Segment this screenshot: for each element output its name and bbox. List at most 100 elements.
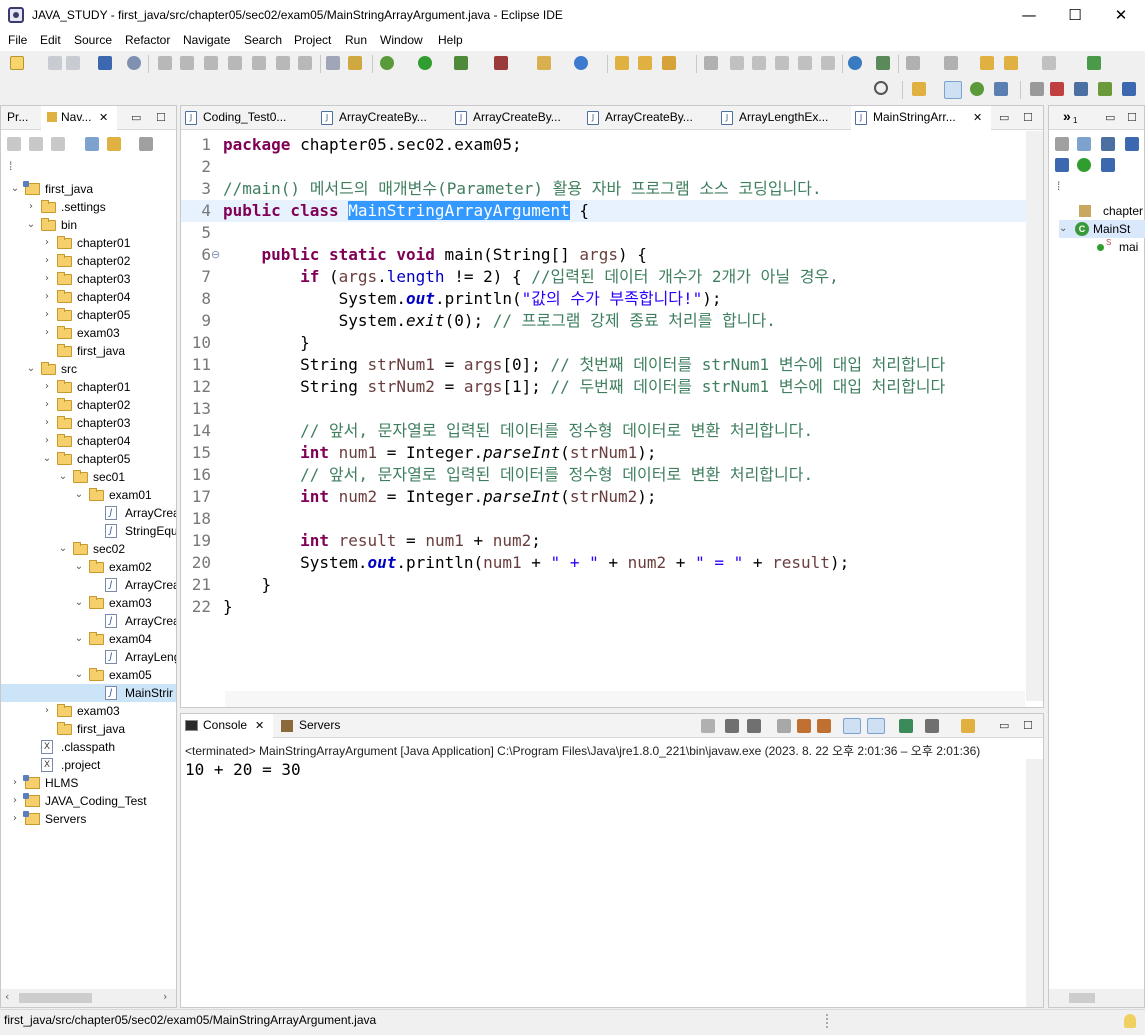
tree-item[interactable]: ⌄ first_java	[1, 180, 176, 198]
chevron-right-icon[interactable]: ›	[41, 432, 53, 450]
new-java-project-icon[interactable]	[537, 56, 551, 70]
tree-item[interactable]: ⌄ sec02	[1, 540, 176, 558]
remove-all-terminated-icon[interactable]	[747, 719, 761, 733]
tree-item[interactable]: › chapter05	[1, 306, 176, 324]
restore-icon[interactable]	[1030, 82, 1044, 96]
tab-coding-test[interactable]: J Coding_Test0...	[181, 106, 315, 130]
tree-item[interactable]: › chapter03	[1, 414, 176, 432]
chevron-right-icon[interactable]: ›	[41, 306, 53, 324]
chevron-down-icon[interactable]: ⌄	[57, 540, 69, 558]
tree-item[interactable]: ⌄ bin	[1, 216, 176, 234]
tree-item[interactable]: J ArrayCrea	[1, 504, 176, 522]
tree-item[interactable]: ⌄ exam01	[1, 486, 176, 504]
tree-item[interactable]: first_java	[1, 342, 176, 360]
tree-item[interactable]: › HLMS	[1, 774, 176, 792]
up-icon[interactable]	[51, 137, 65, 151]
view-icon-3[interactable]	[1098, 82, 1112, 96]
tree-item[interactable]: › chapter03	[1, 270, 176, 288]
menu-help[interactable]: Help	[438, 33, 463, 47]
open-type-icon[interactable]	[615, 56, 629, 70]
tree-item[interactable]: ⌄ exam02	[1, 558, 176, 576]
chevron-right-icon[interactable]: ›	[41, 234, 53, 252]
view-icon-1[interactable]	[1050, 82, 1064, 96]
chevron-right-icon[interactable]: ›	[41, 702, 53, 720]
tab-mainstringarrayargument[interactable]: J MainStringArr... ✕	[851, 106, 991, 130]
menu-window[interactable]: Window	[380, 33, 423, 47]
search-icon[interactable]	[874, 81, 888, 95]
new-class-icon[interactable]	[574, 56, 588, 70]
open-perspective-icon[interactable]	[912, 82, 926, 96]
java-perspective-icon[interactable]	[944, 81, 962, 99]
tree-item[interactable]: X .project	[1, 756, 176, 774]
resume-icon[interactable]	[158, 56, 172, 70]
outline-hscrollbar[interactable]	[1049, 989, 1144, 1007]
tree-item[interactable]: J ArrayCrea	[1, 576, 176, 594]
pilcrow-icon[interactable]	[821, 56, 835, 70]
sort-icon[interactable]	[1077, 137, 1091, 151]
hide-nonpublic-icon[interactable]	[1077, 158, 1091, 172]
pin-console-icon[interactable]	[899, 719, 913, 733]
tree-item[interactable]: ⌄ exam04	[1, 630, 176, 648]
editor-vscrollbar[interactable]	[1026, 131, 1043, 701]
code-editor[interactable]: 1 package chapter05.sec02.exam05; 2 3//ma…	[181, 131, 1043, 707]
show-views-chevron[interactable]: »	[1063, 108, 1071, 124]
chevron-down-icon[interactable]: ⌄	[25, 360, 37, 378]
chevron-right-icon[interactable]: ›	[41, 252, 53, 270]
close-button[interactable]: ✕	[1098, 0, 1144, 31]
editor-hscrollbar[interactable]	[225, 691, 1025, 707]
tree-item[interactable]: › exam03	[1, 324, 176, 342]
chevron-down-icon[interactable]: ⌄	[25, 216, 37, 234]
navigator-hscrollbar[interactable]: ‹ ›	[1, 989, 176, 1007]
toggle-mark-occurrences-icon[interactable]	[704, 56, 718, 70]
view-menu-dots-icon[interactable]: ⁞	[1057, 179, 1060, 193]
tab-arraycreateby-1[interactable]: J ArrayCreateBy...	[317, 106, 451, 130]
menu-project[interactable]: Project	[294, 33, 331, 47]
last-edit-location-icon[interactable]	[980, 56, 994, 70]
tab-arraycreateby-2[interactable]: J ArrayCreateBy...	[451, 106, 585, 130]
tree-item[interactable]: ⌄ chapter05	[1, 450, 176, 468]
tree-item[interactable]: J MainStrir	[1, 684, 176, 702]
next-annotation-icon[interactable]	[906, 56, 920, 70]
tree-item[interactable]: J ArrayCrea	[1, 612, 176, 630]
chevron-down-icon[interactable]: ⌄	[41, 450, 53, 468]
search-toolbar-icon[interactable]	[662, 56, 676, 70]
minimize-view-icon[interactable]: ▭	[999, 111, 1009, 124]
tab-servers[interactable]: Servers	[277, 714, 357, 738]
drop-frame-icon[interactable]	[326, 56, 340, 70]
word-wrap-console-icon[interactable]	[817, 719, 831, 733]
menu-file[interactable]: File	[8, 33, 27, 47]
pin-editor-icon[interactable]	[1087, 56, 1101, 70]
hide-fields-icon[interactable]	[1125, 137, 1139, 151]
close-icon[interactable]: ✕	[99, 106, 108, 128]
tab-navigator[interactable]: Nav... ✕	[41, 106, 117, 130]
tab-arraycreateby-3[interactable]: J ArrayCreateBy...	[583, 106, 717, 130]
chevron-right-icon[interactable]: ›	[41, 378, 53, 396]
tree-item[interactable]: ⌄ src	[1, 360, 176, 378]
view-icon-2[interactable]	[1074, 82, 1088, 96]
tree-item[interactable]: J ArrayLeng	[1, 648, 176, 666]
tree-item[interactable]: › chapter01	[1, 234, 176, 252]
chevron-right-icon[interactable]: ›	[41, 270, 53, 288]
team-perspective-icon[interactable]	[994, 82, 1008, 96]
menu-navigate[interactable]: Navigate	[183, 33, 230, 47]
menu-run[interactable]: Run	[345, 33, 367, 47]
minimize-view-icon[interactable]: ▭	[131, 111, 141, 124]
forward-icon[interactable]	[1042, 56, 1056, 70]
outline-class[interactable]: ⌄ C MainSt	[1059, 220, 1145, 238]
suspend-icon[interactable]	[180, 56, 194, 70]
maximize-view-icon[interactable]: ☐	[1023, 719, 1033, 732]
show-on-stderr-icon[interactable]	[867, 718, 885, 734]
terminal-icon[interactable]	[98, 56, 112, 70]
run-icon[interactable]	[418, 56, 432, 70]
sort-alpha-icon[interactable]	[1101, 137, 1115, 151]
globe-icon[interactable]	[848, 56, 862, 70]
chevron-right-icon[interactable]: ›	[9, 810, 21, 828]
chevron-right-icon[interactable]: ›	[41, 288, 53, 306]
display-console-icon[interactable]	[925, 719, 939, 733]
chevron-right-icon[interactable]: ›	[41, 324, 53, 342]
outline-method[interactable]: S mai	[1097, 238, 1138, 256]
console-vscrollbar[interactable]	[1026, 759, 1043, 1007]
minimize-view-icon[interactable]: ▭	[999, 719, 1009, 732]
save-icon[interactable]	[48, 56, 62, 70]
chevron-down-icon[interactable]: ⌄	[73, 630, 85, 648]
